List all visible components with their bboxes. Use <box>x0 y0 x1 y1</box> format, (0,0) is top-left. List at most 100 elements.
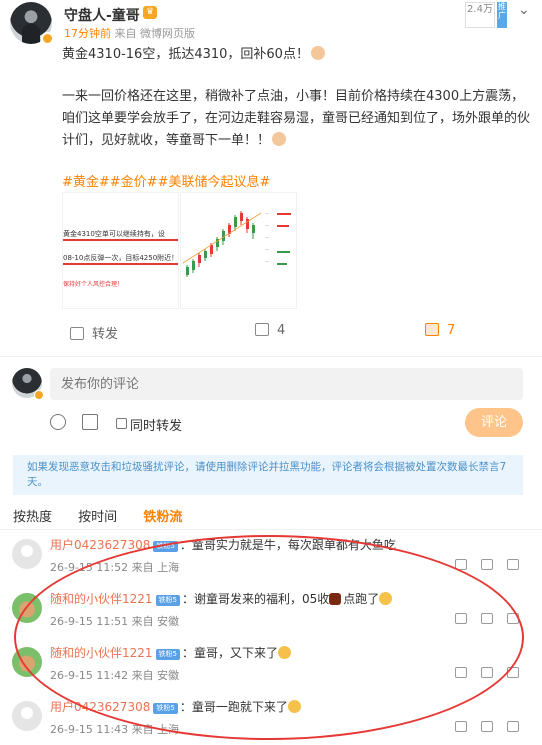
comment-input[interactable] <box>50 368 523 400</box>
share-icon[interactable] <box>455 721 467 732</box>
comment-count: 4 <box>277 323 286 338</box>
tab-by-hot[interactable]: 按热度 <box>13 506 52 525</box>
commenter-name[interactable]: 用户0423627308 <box>50 700 150 714</box>
fans-count-badge: 2.4万 <box>465 2 495 28</box>
thumbs-up-icon <box>425 323 439 336</box>
hand-emoji-icon <box>310 46 325 60</box>
fan-badge: 铁粉5 <box>153 541 178 552</box>
comment-ops <box>455 613 533 628</box>
comment-item: 随和的小伙伴1221 铁粉5 ：童哥，又下来了 26-9-15 11:42 来自 安… <box>0 643 542 698</box>
candlestick-chart-thumbnail: — — — — — <box>182 211 291 277</box>
thumbs-up-icon[interactable] <box>507 667 519 678</box>
fist-emoji-icon <box>272 132 287 146</box>
reply-icon[interactable] <box>481 559 493 570</box>
fan-badge: 铁粉5 <box>153 703 178 714</box>
divider <box>0 356 542 357</box>
commenter-name[interactable]: 随和的小伙伴1221 <box>50 646 153 660</box>
author-name[interactable]: 守盘人-童哥 <box>64 5 140 25</box>
reply-icon[interactable] <box>481 721 493 732</box>
repost-label: 转发 <box>92 327 119 342</box>
thumbs-up-icon[interactable] <box>507 559 519 570</box>
comment-ops <box>455 667 533 682</box>
comment-ops <box>455 559 533 574</box>
verified-badge-icon <box>34 390 44 400</box>
reply-icon[interactable] <box>481 667 493 678</box>
post-tags[interactable]: #黄金##金价##美联储今起议息# <box>62 172 530 194</box>
post-header: 守盘人-童哥 ♛ 17分钟前 来自 微博网页版 2.4万 推广 ⌄ <box>10 2 530 45</box>
image-text-line-1: 黄金4310空单可以继续持有，设 <box>63 230 165 238</box>
commenter-name[interactable]: 随和的小伙伴1221 <box>50 592 153 606</box>
post-image-chart[interactable]: — — — — — <box>180 192 297 309</box>
comment-item: 用户0423627308 铁粉5 ：童哥一跑就下来了 26-9-15 11:43 来… <box>0 697 542 745</box>
image-underline-1 <box>63 239 178 241</box>
comment-line: 随和的小伙伴1221 铁粉5 ：谢童哥发来的福利，05收 点跑了 <box>50 590 393 607</box>
weibo-post-page: 守盘人-童哥 ♛ 17分钟前 来自 微博网页版 2.4万 推广 ⌄ 黄金4310… <box>0 0 542 745</box>
crown-icon: ♛ <box>143 6 157 19</box>
smile-emoji-icon <box>379 592 393 605</box>
svg-text:—: — <box>265 211 269 216</box>
post-paragraph-2-text: 一来一回价格还在这里，稍微补了点油，小事！目前价格持续在4300上方震荡，咱们这… <box>62 89 531 148</box>
svg-text:—: — <box>265 235 269 240</box>
share-icon[interactable] <box>455 613 467 624</box>
image-text-line-2: 08-10点反弹一次，目标4250附近！ <box>63 254 179 262</box>
ad-badge: 推广 <box>497 2 507 28</box>
thumbs-up-icon[interactable] <box>507 721 519 732</box>
svg-text:—: — <box>265 247 269 252</box>
comment-time: 26-9-15 11:52 来自 上海 <box>50 561 180 574</box>
reply-icon[interactable] <box>481 613 493 624</box>
post-image-notice[interactable]: 黄金4310空单可以继续持有，设 08-10点反弹一次，目标4250附近！ 保持… <box>62 192 179 309</box>
commenter-avatar[interactable] <box>12 647 42 677</box>
comment-text: ：童哥实力就是牛，每次跟单都有大鱼吃 <box>179 538 396 552</box>
chevron-down-icon[interactable]: ⌄ <box>518 2 530 18</box>
repost-button[interactable]: 转发 <box>70 323 118 342</box>
fan-badge: 铁粉5 <box>155 595 181 606</box>
commenter-avatar[interactable] <box>12 593 42 623</box>
post-paragraph-2: 一来一回价格还在这里，稍微补了点油，小事！目前价格持续在4300上方震荡，咱们这… <box>62 86 530 152</box>
comment-time: 26-9-15 11:43 来自 上海 <box>50 723 180 736</box>
smile-emoji-icon <box>287 700 301 713</box>
comment-item: 用户0423627308 铁粉5 ：童哥实力就是牛，每次跟单都有大鱼吃 26-9-1… <box>0 535 542 590</box>
thumbs-up-icon[interactable] <box>507 613 519 624</box>
share-icon[interactable] <box>455 559 467 570</box>
image-text-line-3: 保持好个人风控合理！ <box>63 281 124 288</box>
moderation-notice: 如果发现恶意攻击和垃圾骚扰评论，请使用删除评论并拉黑功能，评论者将会根据被处置次… <box>13 455 523 495</box>
share-icon[interactable] <box>455 667 467 678</box>
comment-time: 26-9-15 11:42 来自 安徽 <box>50 669 180 682</box>
like-count: 7 <box>447 323 456 338</box>
divider <box>0 529 542 530</box>
verified-badge-icon <box>41 32 54 45</box>
commenter-avatar[interactable] <box>12 701 42 731</box>
also-repost-label: 同时转发 <box>130 419 183 434</box>
comment-line: 用户0423627308 铁粉5 ：童哥一跑就下来了 <box>50 698 301 715</box>
comment-text: ：谢童哥发来的福利，05收 <box>182 592 330 606</box>
tab-by-time[interactable]: 按时间 <box>78 506 117 525</box>
image-underline-2 <box>63 263 178 265</box>
commenter-name[interactable]: 用户0423627308 <box>50 538 150 552</box>
comment-text-tail: 点跑了 <box>343 592 380 606</box>
post-action-bar: 转发 4 7 <box>0 318 542 348</box>
submit-comment-button[interactable]: 评论 <box>465 408 523 437</box>
post-source: 来自 微博网页版 <box>114 27 196 40</box>
comment-text: ：童哥一跑就下来了 <box>179 700 288 714</box>
commenter-avatar[interactable] <box>12 539 42 569</box>
comment-icon <box>255 323 269 336</box>
post-time[interactable]: 17分钟前 <box>64 27 111 40</box>
emoji-icon[interactable] <box>50 414 66 430</box>
comment-line: 用户0423627308 铁粉5 ：童哥实力就是牛，每次跟单都有大鱼吃 <box>50 536 396 553</box>
comment-ops <box>455 721 533 736</box>
comment-sort-tabs: 按热度 按时间 铁粉流 <box>13 506 204 525</box>
tab-iron-fans[interactable]: 铁粉流 <box>143 506 182 525</box>
like-button[interactable]: 7 <box>425 323 455 338</box>
comment-line: 随和的小伙伴1221 铁粉5 ：童哥，又下来了 <box>50 644 292 661</box>
comment-item: 随和的小伙伴1221 铁粉5 ：谢童哥发来的福利，05收 点跑了 26-9-15 11… <box>0 589 542 644</box>
svg-text:—: — <box>265 223 269 228</box>
post-line-1-text: 黄金4310-16空，抵达4310，回补60点！ <box>62 47 309 62</box>
comment-time: 26-9-15 11:51 来自 安徽 <box>50 615 180 628</box>
post-meta: 17分钟前 来自 微博网页版 <box>64 25 195 41</box>
also-repost-checkbox[interactable] <box>116 418 127 429</box>
image-icon[interactable] <box>82 414 98 430</box>
comment-button[interactable]: 4 <box>255 323 285 338</box>
comment-text: ：童哥，又下来了 <box>182 646 279 660</box>
post-body: 黄金4310-16空，抵达4310，回补60点！ 一来一回价格还在这里，稍微补了… <box>62 44 530 194</box>
emoji-icon <box>329 593 342 605</box>
